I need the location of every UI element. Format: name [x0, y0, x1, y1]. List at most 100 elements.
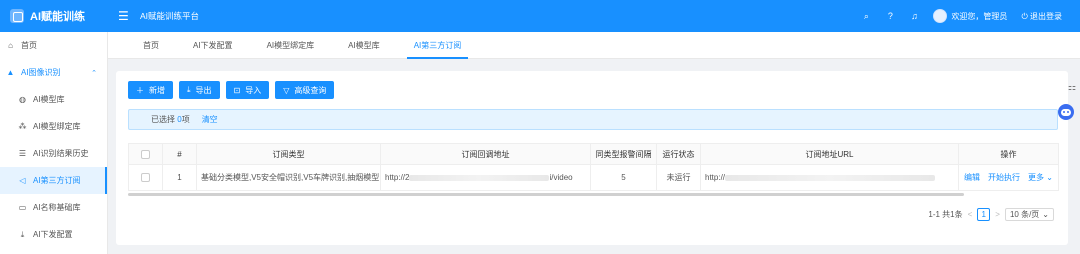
home-icon: ⌂	[8, 41, 13, 50]
selection-info: 已选择 0项	[151, 114, 190, 125]
import-button[interactable]: ⊡ 导入	[225, 81, 270, 99]
prev-page-icon[interactable]: <	[968, 210, 973, 219]
user-menu[interactable]: 欢迎您，管理员	[933, 9, 1007, 23]
column-header-type: 订阅类型	[196, 143, 381, 165]
download-icon: ⤓	[20, 229, 25, 239]
binding-icon: ⁂	[18, 122, 27, 131]
menu-toggle-icon[interactable]: ☰	[118, 10, 132, 22]
brand-title: AI赋能训练	[30, 11, 85, 23]
sidebar-item-label: AI图像识别	[21, 68, 61, 77]
chevron-up-icon: ⌃	[91, 69, 97, 77]
sidebar-group-image-recognition[interactable]: ▲ AI图像识别 ⌃	[0, 59, 107, 86]
sidebar: ⌂ 首页 ▲ AI图像识别 ⌃ ◍ AI模型库 ⁂ AI模型绑定库 ☰ AI识别…	[0, 32, 108, 254]
assistant-bot-icon[interactable]	[1058, 104, 1074, 120]
filter-icon: ▽	[283, 85, 290, 95]
help-icon[interactable]: ?	[885, 11, 895, 21]
row-status: 未运行	[656, 164, 701, 191]
row-actions: 编辑 开始执行 更多 ⌄	[958, 164, 1059, 191]
header-actions: ⌕ ? ♫ 欢迎您，管理员 ⏻ 退出登录	[861, 9, 1080, 23]
logout-label: 退出登录	[1030, 11, 1062, 21]
sidebar-item-label: AI第三方订阅	[33, 176, 81, 185]
plus-icon: ＋	[136, 85, 144, 95]
tab-home[interactable]: 首页	[126, 32, 176, 59]
page-number[interactable]: 1	[977, 208, 991, 221]
greeting: 欢迎您，管理员	[951, 11, 1008, 21]
select-all-checkbox[interactable]	[141, 149, 150, 159]
import-label: 导入	[245, 85, 262, 95]
model-icon: ◍	[19, 95, 26, 104]
sidebar-item-dispatch-config[interactable]: ⤓ AI下发配置	[0, 221, 107, 248]
export-icon: ⤓	[187, 85, 191, 94]
selection-suffix: 项	[181, 115, 190, 124]
table-row: 1 基础分类模型,V5安全帽识别,V5车牌识别,抽烟模型 http://2 i/v…	[128, 164, 1059, 191]
bell-icon[interactable]: ♫	[909, 11, 919, 21]
clear-selection-link[interactable]: 清空	[202, 114, 218, 125]
sidebar-item-third-party-subscription[interactable]: ◁ AI第三方订阅	[0, 167, 107, 194]
add-label: 新增	[149, 85, 165, 95]
tab-dispatch-config[interactable]: AI下发配置	[176, 32, 250, 59]
next-page-icon[interactable]: >	[995, 210, 1000, 219]
row-url: http://	[700, 164, 959, 191]
row-callback: http://2 i/video	[380, 164, 591, 191]
search-icon[interactable]: ⌕	[861, 11, 871, 22]
import-icon: ⊡	[233, 85, 241, 95]
redacted-text	[725, 174, 936, 181]
sidebar-item-result-history[interactable]: ☰ AI识别结果历史	[0, 140, 107, 167]
start-link[interactable]: 开始执行	[988, 172, 1020, 183]
more-label: 更多	[1028, 173, 1045, 182]
row-index: 1	[162, 164, 197, 191]
more-link[interactable]: 更多 ⌄	[1028, 172, 1053, 183]
avatar	[933, 9, 948, 23]
export-button[interactable]: ⤓ 导出	[179, 81, 220, 99]
advanced-label: 高级查询	[294, 85, 327, 95]
add-button[interactable]: ＋ 新增	[128, 81, 173, 99]
logout-button[interactable]: ⏻ 退出登录	[1021, 11, 1062, 22]
column-header-index: #	[162, 143, 197, 165]
content-card: ＋ 新增 ⤓ 导出 ⊡ 导入 ▽ 高级查询 已选择 0项 清空 # 订阅类型 订…	[116, 71, 1068, 245]
app-title: AI赋能训练平台	[140, 11, 200, 21]
column-header-callback: 订阅回调地址	[380, 143, 591, 165]
chevron-down-icon: ⌄	[1046, 173, 1053, 182]
horizontal-scrollbar[interactable]	[128, 193, 964, 196]
tab-third-party-subscription[interactable]: AI第三方订阅	[397, 32, 479, 59]
tab-model-binding[interactable]: AI模型绑定库	[250, 32, 332, 59]
sidebar-item-label: 首页	[21, 41, 37, 50]
redacted-text	[409, 174, 550, 181]
callback-start: http://2	[385, 173, 410, 182]
sidebar-item-home[interactable]: ⌂ 首页	[0, 32, 107, 59]
brand: AI赋能训练	[0, 0, 108, 32]
page-size-select[interactable]: 10 条/页 ⌄	[1004, 208, 1054, 221]
sidebar-item-model-library[interactable]: ◍ AI模型库	[0, 86, 107, 113]
sidebar-item-name-library[interactable]: ▭ AI名称基础库	[0, 194, 107, 221]
toolbar: ＋ 新增 ⤓ 导出 ⊡ 导入 ▽ 高级查询	[128, 81, 335, 99]
pagination-summary: 1-1 共1条	[928, 210, 963, 219]
sidebar-item-label: AI模型绑定库	[33, 122, 81, 131]
logo-icon	[10, 9, 24, 23]
column-header-url: 订阅地址URL	[700, 143, 959, 165]
advanced-query-button[interactable]: ▽ 高级查询	[275, 81, 335, 99]
top-bar: AI赋能训练 ☰ AI赋能训练平台 ⌕ ? ♫ 欢迎您，管理员 ⏻ 退出登录	[0, 0, 1080, 32]
tab-model-library[interactable]: AI模型库	[331, 32, 397, 59]
sidebar-item-label: AI模型库	[33, 95, 65, 104]
grid-icon[interactable]: ⚏	[1068, 82, 1076, 93]
select-all-cell	[128, 143, 163, 165]
sidebar-item-model-binding[interactable]: ⁂ AI模型绑定库	[0, 113, 107, 140]
pagination: 1-1 共1条 < 1 > 10 条/页 ⌄	[928, 208, 1054, 221]
selection-bar: 已选择 0项 清空	[128, 109, 1058, 130]
row-action-links: 编辑 开始执行 更多 ⌄	[963, 172, 1054, 183]
url-start: http://	[705, 173, 726, 182]
selection-prefix: 已选择	[151, 115, 175, 124]
row-select-cell	[128, 164, 163, 191]
row-type: 基础分类模型,V5安全帽识别,V5车牌识别,抽烟模型	[196, 164, 381, 191]
list-icon: ☰	[18, 149, 27, 158]
sidebar-item-label: AI识别结果历史	[33, 149, 89, 158]
chevron-down-icon: ⌄	[1042, 210, 1049, 219]
column-header-actions: 操作	[958, 143, 1059, 165]
warning-icon: ▲	[6, 68, 15, 77]
speaker-icon: ◁	[19, 176, 26, 185]
edit-link[interactable]: 编辑	[964, 172, 980, 183]
row-checkbox[interactable]	[141, 173, 150, 183]
row-interval: 5	[590, 164, 657, 191]
document-icon: ▭	[18, 203, 27, 212]
sidebar-item-label: AI名称基础库	[33, 203, 81, 212]
